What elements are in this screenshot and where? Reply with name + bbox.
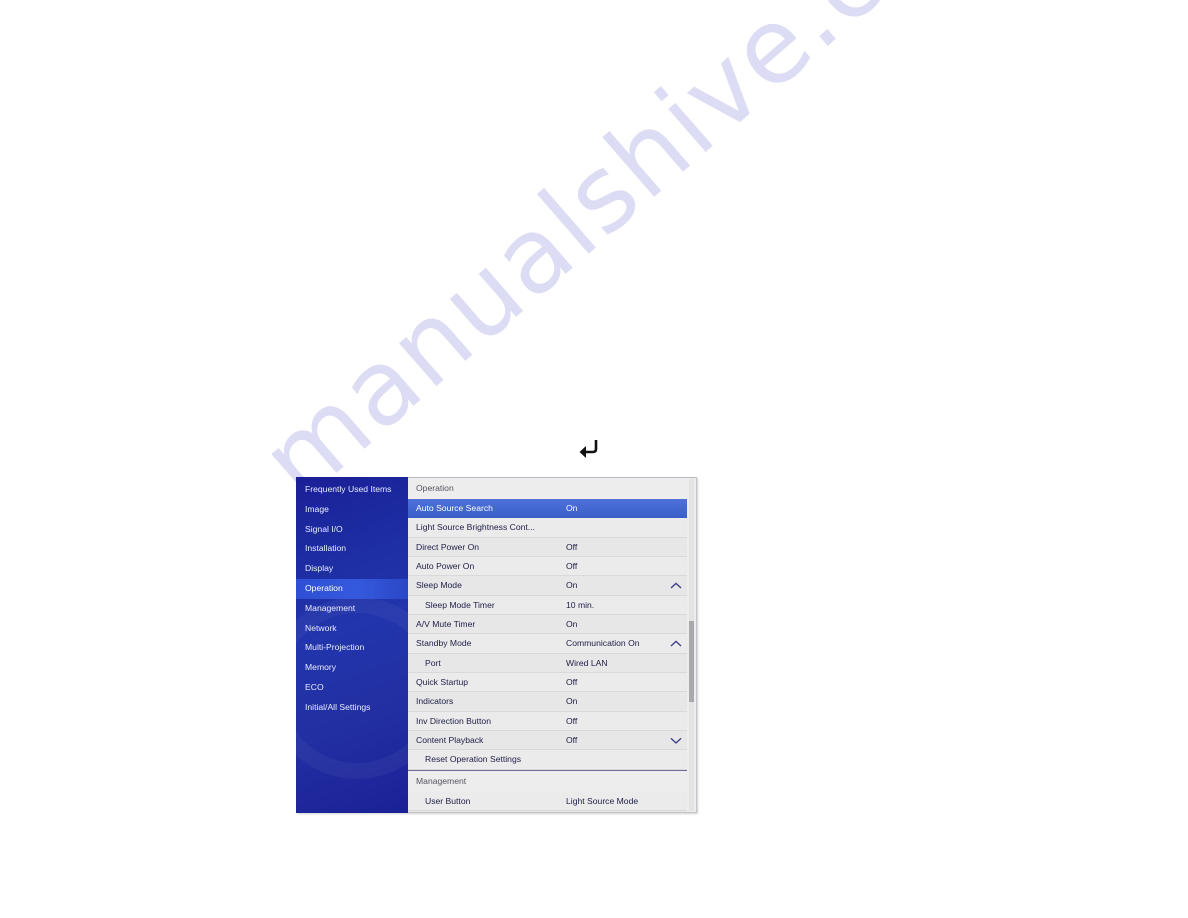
setting-label: Auto Power On (416, 561, 475, 572)
sidebar-item-network[interactable]: Network (296, 619, 408, 639)
chevron-up-icon[interactable] (670, 576, 682, 594)
section-title: Management (416, 775, 467, 786)
sidebar-item-installation[interactable]: Installation (296, 539, 408, 559)
chevron-down-icon[interactable] (670, 731, 682, 749)
setting-value: Off (566, 677, 578, 688)
setting-row-port[interactable]: Port Wired LAN (408, 653, 687, 674)
setting-value: Off (566, 541, 578, 552)
setting-row-sleep-mode[interactable]: Sleep Mode On (408, 576, 687, 596)
setting-label: Auto Source Search (416, 503, 493, 513)
watermark-text: manualshive.com (238, 0, 1035, 523)
setting-label: Sleep Mode Timer (425, 599, 495, 610)
setting-value: Communication On (566, 638, 640, 649)
setting-row-auto-power-on[interactable]: Auto Power On Off (408, 557, 687, 577)
osd-sidebar: Frequently Used Items Image Signal I/O I… (296, 477, 408, 813)
setting-row-inv-direction-button[interactable]: Inv Direction Button Off (408, 711, 687, 732)
sidebar-item-display[interactable]: Display (296, 559, 408, 579)
setting-label: Indicators (416, 696, 454, 707)
setting-value: Off (566, 561, 578, 572)
setting-row-indicators[interactable]: Indicators On (408, 692, 687, 712)
setting-value: 10 min. (566, 599, 595, 610)
setting-label: Reset Operation Settings (425, 754, 522, 765)
sidebar-item-label: Signal I/O (305, 523, 343, 534)
sidebar-item-label: Display (305, 563, 334, 574)
setting-label: A/V Mute Timer (416, 619, 476, 630)
setting-value: Wired LAN (566, 657, 608, 668)
setting-value: On (566, 503, 578, 513)
setting-value: Off (566, 735, 578, 746)
setting-row-av-mute-timer[interactable]: A/V Mute Timer On (408, 615, 687, 635)
setting-value: On (566, 619, 578, 630)
chevron-up-icon[interactable] (670, 634, 682, 652)
projector-osd-menu: Frequently Used Items Image Signal I/O I… (296, 477, 697, 813)
setting-row-auto-source-search[interactable]: Auto Source Search On (408, 499, 687, 519)
setting-row-quick-startup[interactable]: Quick Startup Off (408, 673, 687, 693)
sidebar-item-initial-all-settings[interactable]: Initial/All Settings (296, 698, 408, 718)
setting-row-light-source-brightness-control[interactable]: Light Source Brightness Cont... (408, 518, 687, 538)
section-title: Operation (416, 483, 454, 493)
sidebar-item-label: Network (305, 622, 337, 633)
osd-content-pane: Operation Auto Source Search On Light So… (408, 477, 697, 813)
scrollbar-thumb[interactable] (689, 621, 694, 702)
sidebar-item-management[interactable]: Management (296, 599, 408, 619)
setting-row-direct-power-on[interactable]: Direct Power On Off (408, 537, 687, 558)
setting-label: Light Source Brightness Cont... (416, 522, 535, 533)
setting-label: Sleep Mode (416, 580, 462, 591)
setting-label: Quick Startup (416, 677, 469, 688)
setting-label: Direct Power On (416, 541, 480, 552)
osd-settings-list: Operation Auto Source Search On Light So… (408, 478, 696, 812)
setting-value: On (566, 580, 578, 591)
setting-value: Off (566, 715, 578, 726)
sidebar-item-label: Management (305, 602, 356, 613)
setting-row-reset-operation-settings[interactable]: Reset Operation Settings (408, 750, 687, 770)
section-header-operation: Operation (408, 478, 687, 499)
sidebar-item-operation[interactable]: Operation (296, 578, 408, 599)
sidebar-item-frequently-used-items[interactable]: Frequently Used Items (296, 480, 408, 500)
sidebar-item-label: Image (305, 503, 329, 514)
sidebar-item-image[interactable]: Image (296, 500, 408, 520)
return-arrow-icon (575, 435, 601, 461)
sidebar-item-eco[interactable]: ECO (296, 678, 408, 698)
setting-row-content-playback[interactable]: Content Playback Off (408, 731, 687, 751)
sidebar-item-signal-io[interactable]: Signal I/O (296, 520, 408, 540)
setting-label: Inv Direction Button (416, 715, 491, 726)
sidebar-item-multi-projection[interactable]: Multi-Projection (296, 638, 408, 658)
sidebar-item-label: Frequently Used Items (305, 484, 392, 494)
sidebar-item-label: Multi-Projection (305, 642, 365, 653)
setting-row-sleep-mode-timer[interactable]: Sleep Mode Timer 10 min. (408, 595, 687, 616)
setting-value: On (566, 696, 578, 707)
setting-row-users-logo[interactable]: User's Logo (408, 811, 687, 812)
setting-label: Port (425, 657, 441, 668)
sidebar-item-label: Initial/All Settings (305, 701, 371, 712)
sidebar-item-label: Operation (305, 582, 343, 593)
section-header-management: Management (408, 769, 687, 792)
setting-label: Standby Mode (416, 638, 472, 649)
setting-label: Content Playback (416, 735, 484, 746)
setting-label: User Button (425, 795, 471, 806)
sidebar-item-label: Installation (305, 543, 347, 554)
sidebar-item-label: ECO (305, 681, 324, 692)
sidebar-item-memory[interactable]: Memory (296, 658, 408, 678)
setting-label: User's Logo (425, 811, 471, 812)
setting-row-standby-mode[interactable]: Standby Mode Communication On (408, 634, 687, 654)
setting-value: Light Source Mode (566, 795, 639, 806)
sidebar-item-label: Memory (305, 662, 337, 673)
setting-row-user-button[interactable]: User Button Light Source Mode (408, 791, 687, 812)
